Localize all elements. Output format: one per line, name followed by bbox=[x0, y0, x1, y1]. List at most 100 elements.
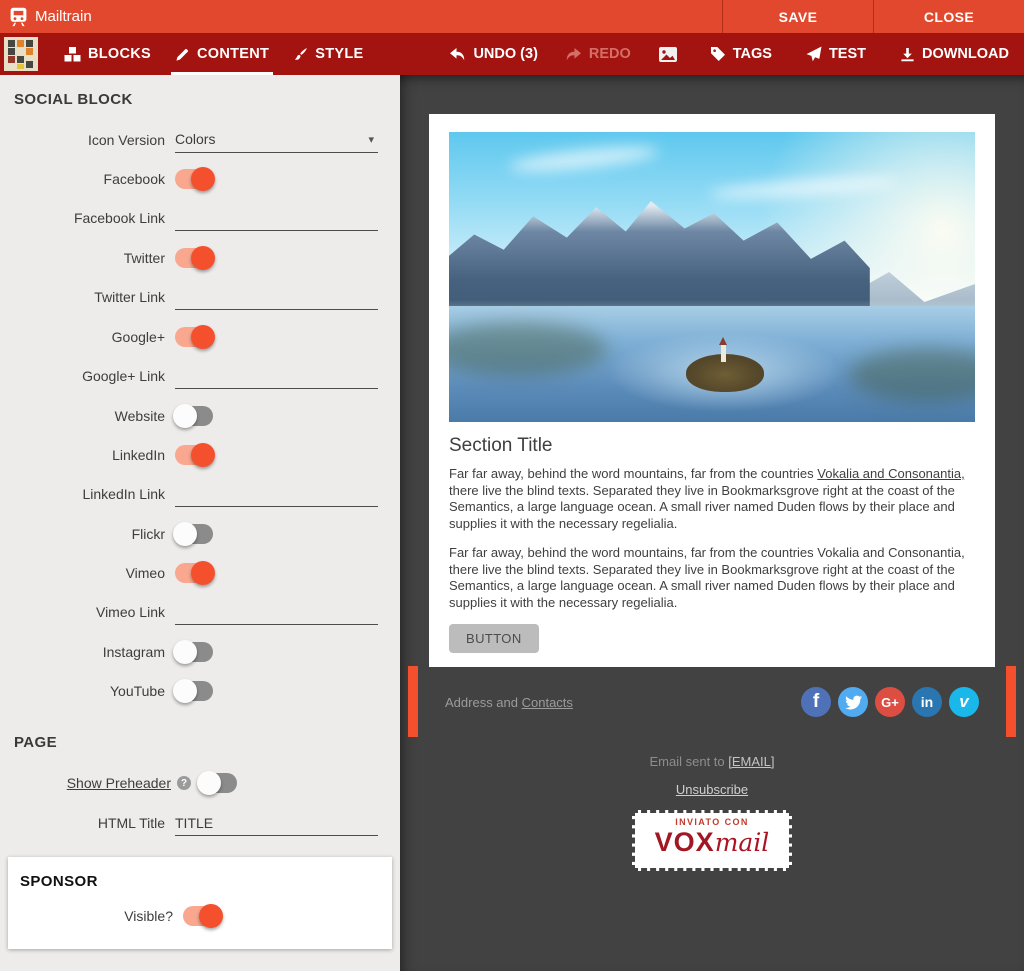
sponsor-card: SPONSOR Visible? bbox=[8, 857, 392, 949]
instagram-row: Instagram bbox=[0, 632, 400, 671]
youtube-toggle[interactable] bbox=[175, 681, 213, 701]
settings-panel: SOCIAL BLOCK Icon Version Colors ▾ Faceb… bbox=[0, 75, 400, 971]
facebook-icon[interactable]: f bbox=[801, 687, 831, 717]
redo-button[interactable]: REDO bbox=[565, 46, 631, 62]
brand: Mailtrain bbox=[0, 0, 92, 33]
twitter-row: Twitter bbox=[0, 238, 400, 277]
chevron-down-icon: ▾ bbox=[368, 133, 378, 146]
vimeo-toggle[interactable] bbox=[175, 563, 213, 583]
icon-version-select[interactable]: Colors ▾ bbox=[175, 127, 378, 153]
email-sent-line: Email sent to [EMAIL] bbox=[400, 754, 1024, 769]
email-hero-image[interactable] bbox=[449, 132, 975, 422]
linkedin-icon[interactable]: in bbox=[912, 687, 942, 717]
output-tools: TAGS TEST DOWNLOAD bbox=[693, 46, 1024, 62]
topbar-actions: SAVE CLOSE bbox=[722, 0, 1024, 33]
undo-button[interactable]: UNDO (3) bbox=[449, 46, 537, 62]
facebook-link-input[interactable] bbox=[175, 205, 378, 231]
paragraph-1[interactable]: Far far away, behind the word mountains,… bbox=[449, 466, 975, 532]
unsubscribe-link[interactable]: Unsubscribe bbox=[676, 782, 748, 797]
email-preview: Section Title Far far away, behind the w… bbox=[400, 75, 1024, 971]
block-selection-bar-left bbox=[408, 666, 418, 737]
email-content-card[interactable]: Section Title Far far away, behind the w… bbox=[429, 114, 995, 667]
facebook-link-row: Facebook Link bbox=[0, 198, 400, 238]
social-block-title: SOCIAL BLOCK bbox=[14, 91, 400, 108]
train-icon bbox=[8, 6, 29, 27]
website-toggle[interactable] bbox=[175, 406, 213, 426]
twitter-toggle[interactable] bbox=[175, 248, 213, 268]
social-icons: f G+ in v bbox=[794, 687, 995, 717]
linkedin-toggle[interactable] bbox=[175, 445, 213, 465]
googleplus-link-input[interactable] bbox=[175, 363, 378, 389]
brush-icon bbox=[293, 47, 308, 62]
facebook-toggle[interactable] bbox=[175, 169, 213, 189]
brand-name: Mailtrain bbox=[35, 8, 92, 25]
vimeo-icon[interactable]: v bbox=[949, 687, 979, 717]
undo-icon bbox=[449, 47, 466, 62]
contacts-link[interactable]: Contacts bbox=[522, 695, 573, 710]
website-row: Website bbox=[0, 396, 400, 435]
voxmail-stamp[interactable]: INVIATO CON VOXmail bbox=[632, 810, 792, 871]
email-footer-social-block[interactable]: Address and Contacts f G+ in v bbox=[429, 687, 995, 717]
googleplus-link-row: Google+ Link bbox=[0, 356, 400, 396]
top-bar: Mailtrain SAVE CLOSE bbox=[0, 0, 1024, 33]
blocks-icon bbox=[64, 47, 81, 62]
vokalia-link[interactable]: Vokalia and Consonantia, bbox=[817, 466, 964, 481]
block-selection-bar-right bbox=[1006, 666, 1016, 737]
address-text: Address and Contacts bbox=[429, 695, 573, 710]
download-icon bbox=[900, 47, 915, 62]
church-tower bbox=[721, 344, 726, 362]
linkedin-link-input[interactable] bbox=[175, 481, 378, 507]
tab-blocks[interactable]: BLOCKS bbox=[52, 33, 163, 75]
instagram-toggle[interactable] bbox=[175, 642, 213, 662]
twitter-link-row: Twitter Link bbox=[0, 277, 400, 317]
save-button[interactable]: SAVE bbox=[722, 0, 873, 33]
show-preheader-toggle[interactable] bbox=[199, 773, 237, 793]
googleplus-toggle[interactable] bbox=[175, 327, 213, 347]
googleplus-icon[interactable]: G+ bbox=[875, 687, 905, 717]
test-button[interactable]: TEST bbox=[789, 46, 883, 62]
tags-button[interactable]: TAGS bbox=[693, 46, 789, 62]
sponsor-title: SPONSOR bbox=[20, 873, 392, 890]
paragraph-2[interactable]: Far far away, behind the word mountains,… bbox=[449, 545, 975, 611]
googleplus-row: Google+ bbox=[0, 317, 400, 356]
flickr-row: Flickr bbox=[0, 514, 400, 553]
mosaico-logo-icon bbox=[4, 37, 38, 71]
unsubscribe-line: Unsubscribe bbox=[400, 782, 1024, 797]
tab-style[interactable]: STYLE bbox=[281, 33, 375, 75]
flickr-toggle[interactable] bbox=[175, 524, 213, 544]
voxmail-logo: VOXmail bbox=[641, 827, 783, 862]
html-title-input[interactable] bbox=[175, 810, 378, 836]
paper-plane-icon bbox=[806, 46, 822, 62]
tag-icon bbox=[710, 46, 726, 62]
linkedin-row: LinkedIn bbox=[0, 435, 400, 474]
vimeo-row: Vimeo bbox=[0, 553, 400, 592]
email-cta-button[interactable]: BUTTON bbox=[449, 624, 539, 653]
vimeo-link-row: Vimeo Link bbox=[0, 592, 400, 632]
html-title-row: HTML Title bbox=[0, 803, 400, 843]
redo-icon bbox=[565, 47, 582, 62]
voxmail-tagline: INVIATO CON bbox=[641, 817, 783, 827]
gallery-button[interactable] bbox=[658, 46, 678, 63]
email-token-link[interactable]: [EMAIL] bbox=[728, 754, 774, 769]
sponsor-visible-row: Visible? bbox=[8, 896, 392, 935]
twitter-icon[interactable] bbox=[838, 687, 868, 717]
editor-toolbar: BLOCKS CONTENT STYLE bbox=[0, 33, 1024, 75]
section-title[interactable]: Section Title bbox=[449, 435, 975, 457]
close-button[interactable]: CLOSE bbox=[873, 0, 1024, 33]
show-preheader-row: Show Preheader ? bbox=[0, 763, 400, 803]
sponsor-visible-toggle[interactable] bbox=[183, 906, 221, 926]
image-icon bbox=[658, 46, 678, 63]
cloud bbox=[508, 142, 659, 176]
twitter-link-input[interactable] bbox=[175, 284, 378, 310]
facebook-row: Facebook bbox=[0, 159, 400, 198]
tab-content[interactable]: CONTENT bbox=[163, 33, 281, 75]
vimeo-link-input[interactable] bbox=[175, 599, 378, 625]
download-button[interactable]: DOWNLOAD bbox=[883, 46, 1024, 62]
page-title: PAGE bbox=[14, 734, 400, 751]
help-icon[interactable]: ? bbox=[177, 776, 191, 790]
editor-tabs: BLOCKS CONTENT STYLE bbox=[52, 33, 375, 75]
history-tools: UNDO (3) REDO bbox=[449, 46, 677, 63]
linkedin-link-row: LinkedIn Link bbox=[0, 474, 400, 514]
icon-version-row: Icon Version Colors ▾ bbox=[0, 120, 400, 159]
youtube-row: YouTube bbox=[0, 671, 400, 710]
